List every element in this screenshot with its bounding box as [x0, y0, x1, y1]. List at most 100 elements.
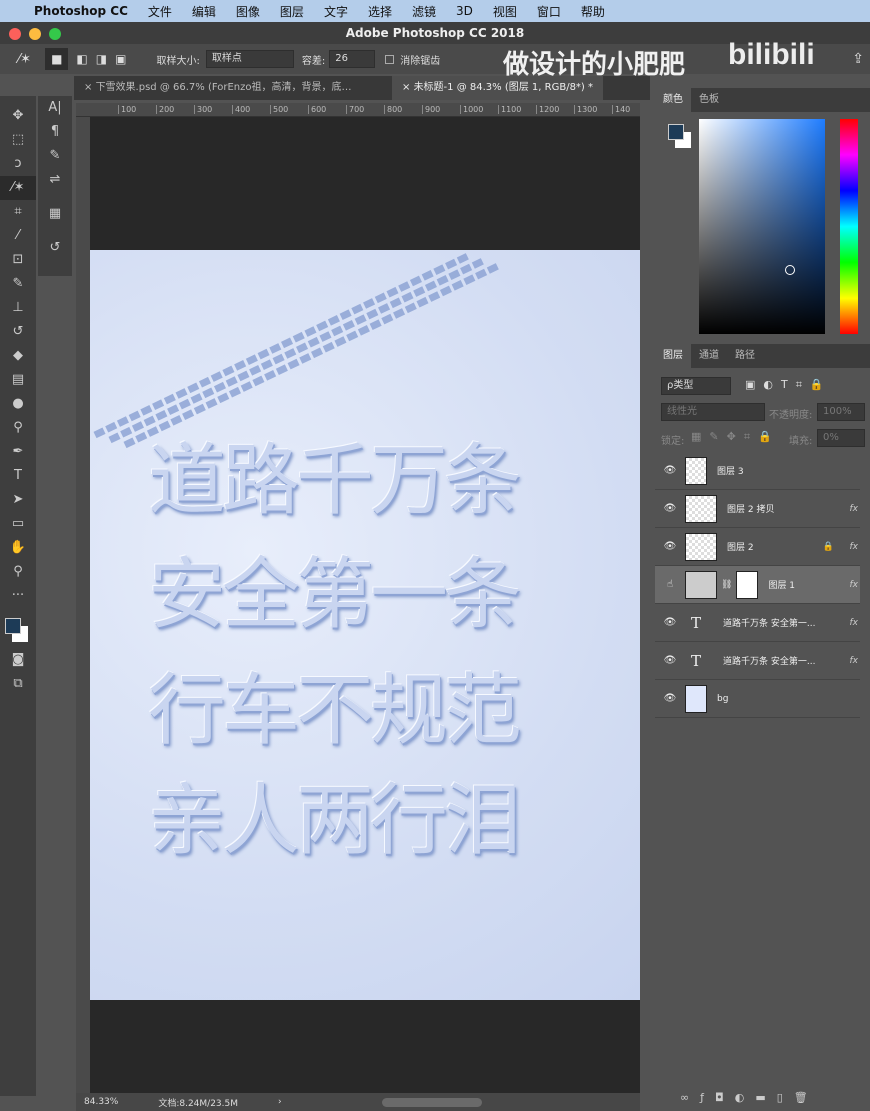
eye-icon[interactable]: 👁: [655, 541, 685, 552]
type-tool-icon[interactable]: T: [0, 464, 36, 488]
blur-tool-icon[interactable]: ●: [0, 392, 36, 416]
layer-filter-select[interactable]: ρ类型: [661, 377, 731, 395]
new-selection-icon[interactable]: ■: [45, 48, 69, 70]
layer-filter-icons[interactable]: ▣◐T⌗🔒: [745, 378, 832, 392]
fill-input[interactable]: 0%: [817, 429, 865, 447]
quick-mask-icon[interactable]: ◙: [0, 648, 36, 672]
sample-size-select[interactable]: 取样点: [205, 50, 294, 68]
horizontal-scrollbar[interactable]: [381, 1097, 482, 1107]
zoom-tool-icon[interactable]: ⚲: [0, 560, 36, 584]
foreground-color-swatch[interactable]: [5, 618, 21, 634]
history-icon[interactable]: ↺: [38, 236, 72, 260]
fx-icon[interactable]: fx: [850, 580, 859, 590]
magic-wand-icon[interactable]: ⁄✶: [18, 52, 31, 67]
brush-tool-icon[interactable]: ✎: [0, 272, 36, 296]
fx-icon[interactable]: fx: [850, 656, 859, 666]
eye-icon[interactable]: 👁: [655, 465, 685, 476]
document-canvas[interactable]: 道路千万条 安全第一条 行车不规范 亲人两行泪: [90, 250, 640, 1000]
minimize-button[interactable]: [29, 28, 41, 40]
menu-select[interactable]: 选择: [368, 3, 392, 20]
tab-color[interactable]: 颜色: [655, 88, 691, 112]
zoom-button[interactable]: [49, 28, 61, 40]
close-button[interactable]: [9, 28, 21, 40]
tab-swatches[interactable]: 色板: [691, 88, 727, 112]
menu-edit[interactable]: 编辑: [192, 3, 216, 20]
menu-file[interactable]: 文件: [148, 3, 172, 20]
layer-panel-footer-icons[interactable]: ∞ƒ◘◐▬▯🗑: [680, 1091, 819, 1104]
options-bar: ⁄✶ ■ ◧ ◨ ▣ 取样大小: 取样点 容差: 26 消除锯齿 做设计的小肥肥…: [0, 38, 870, 80]
color-swatches[interactable]: [0, 608, 36, 648]
tab-layers[interactable]: 图层: [655, 344, 691, 368]
paragraph-panel-icon[interactable]: ¶: [38, 120, 72, 144]
blend-mode-select[interactable]: 线性光: [661, 403, 765, 421]
opacity-input[interactable]: 100%: [817, 403, 865, 421]
tab-document-2[interactable]: × 未标题-1 @ 84.3% (图层 1, RGB/8*) *: [392, 76, 604, 100]
magic-wand-tool-icon[interactable]: ⁄✶: [0, 176, 36, 200]
tolerance-input[interactable]: 26: [329, 50, 376, 68]
add-selection-icon[interactable]: ◧: [76, 52, 87, 66]
layer-row[interactable]: 👁 bg: [655, 680, 860, 718]
share-icon[interactable]: ⇪: [852, 51, 864, 67]
lasso-tool-icon[interactable]: ↄ: [0, 152, 36, 176]
status-arrow-icon[interactable]: ›: [278, 1097, 282, 1107]
eyedropper-tool-icon[interactable]: ⁄: [0, 224, 36, 248]
fx-icon[interactable]: fx: [850, 504, 859, 514]
properties-icon[interactable]: ▦: [38, 202, 72, 226]
move-tool-icon[interactable]: ✥: [0, 104, 36, 128]
dodge-tool-icon[interactable]: ⚲: [0, 416, 36, 440]
eye-icon[interactable]: 👁: [655, 655, 685, 666]
antialias-checkbox[interactable]: [385, 54, 395, 64]
layer-row[interactable]: 👁 图层 2 🔒 fx: [655, 528, 860, 566]
screen-mode-icon[interactable]: ⧉: [0, 672, 36, 696]
menu-layer[interactable]: 图层: [280, 3, 304, 20]
menu-view[interactable]: 视图: [493, 3, 517, 20]
marquee-tool-icon[interactable]: ⬚: [0, 128, 36, 152]
tab-document-1[interactable]: × 下雪效果.psd @ 66.7% (ForEnzo祖，高清，背景，底…: [74, 76, 392, 100]
color-picker-handle[interactable]: [785, 265, 795, 275]
brush-settings-icon[interactable]: ✎: [38, 144, 72, 168]
hue-slider[interactable]: [840, 119, 858, 334]
eye-icon[interactable]: 👁: [655, 503, 685, 514]
eye-icon[interactable]: 👁: [655, 617, 685, 628]
path-select-icon[interactable]: ➤: [0, 488, 36, 512]
pen-tool-icon[interactable]: ✒: [0, 440, 36, 464]
tab-paths[interactable]: 路径: [727, 344, 763, 368]
menu-app[interactable]: Photoshop CC: [34, 4, 128, 18]
lock-icons[interactable]: ▦✎✥⌗🔒: [691, 430, 780, 444]
character-panel-icon[interactable]: A|: [38, 96, 72, 120]
eye-icon[interactable]: 👁: [655, 693, 685, 704]
subtract-selection-icon[interactable]: ◨: [96, 52, 107, 66]
tolerance-label: 容差:: [301, 55, 326, 67]
color-field[interactable]: [699, 119, 825, 334]
shape-tool-icon[interactable]: ▭: [0, 512, 36, 536]
intersect-selection-icon[interactable]: ▣: [115, 52, 126, 66]
menu-window[interactable]: 窗口: [537, 3, 561, 20]
gradient-tool-icon[interactable]: ▤: [0, 368, 36, 392]
healing-tool-icon[interactable]: ⊡: [0, 248, 36, 272]
menu-type[interactable]: 文字: [324, 3, 348, 20]
tab-channels[interactable]: 通道: [691, 344, 727, 368]
hand-tool-icon[interactable]: ✋: [0, 536, 36, 560]
fx-icon[interactable]: fx: [850, 618, 859, 628]
menu-help[interactable]: 帮助: [581, 3, 605, 20]
menu-image[interactable]: 图像: [236, 3, 260, 20]
eraser-tool-icon[interactable]: ◆: [0, 344, 36, 368]
adjustments-icon[interactable]: ⇌: [38, 168, 72, 192]
crop-tool-icon[interactable]: ⌗: [0, 200, 36, 224]
more-tools-icon[interactable]: ···: [0, 584, 36, 608]
fx-icon[interactable]: fx: [850, 542, 859, 552]
layer-row[interactable]: 👁 T 道路千万条 安全第一... fx: [655, 642, 860, 680]
layer-name: 道路千万条 安全第一...: [723, 619, 816, 629]
menu-3d[interactable]: 3D: [456, 4, 473, 18]
hand-cursor-icon[interactable]: ☝: [655, 579, 685, 590]
zoom-level[interactable]: 84.33%: [84, 1097, 118, 1107]
menu-filter[interactable]: 滤镜: [412, 3, 436, 20]
color-panel-tabs: 颜色 色板: [655, 88, 870, 112]
stamp-tool-icon[interactable]: ⊥: [0, 296, 36, 320]
history-brush-icon[interactable]: ↺: [0, 320, 36, 344]
layer-row[interactable]: 👁 图层 3: [655, 452, 860, 490]
layer-row[interactable]: 👁 图层 2 拷贝 fx: [655, 490, 860, 528]
layer-row[interactable]: ☝ ⛓ 图层 1 fx: [655, 566, 860, 604]
panel-foreground-swatch[interactable]: [668, 124, 684, 140]
layer-row[interactable]: 👁 T 道路千万条 安全第一... fx: [655, 604, 860, 642]
